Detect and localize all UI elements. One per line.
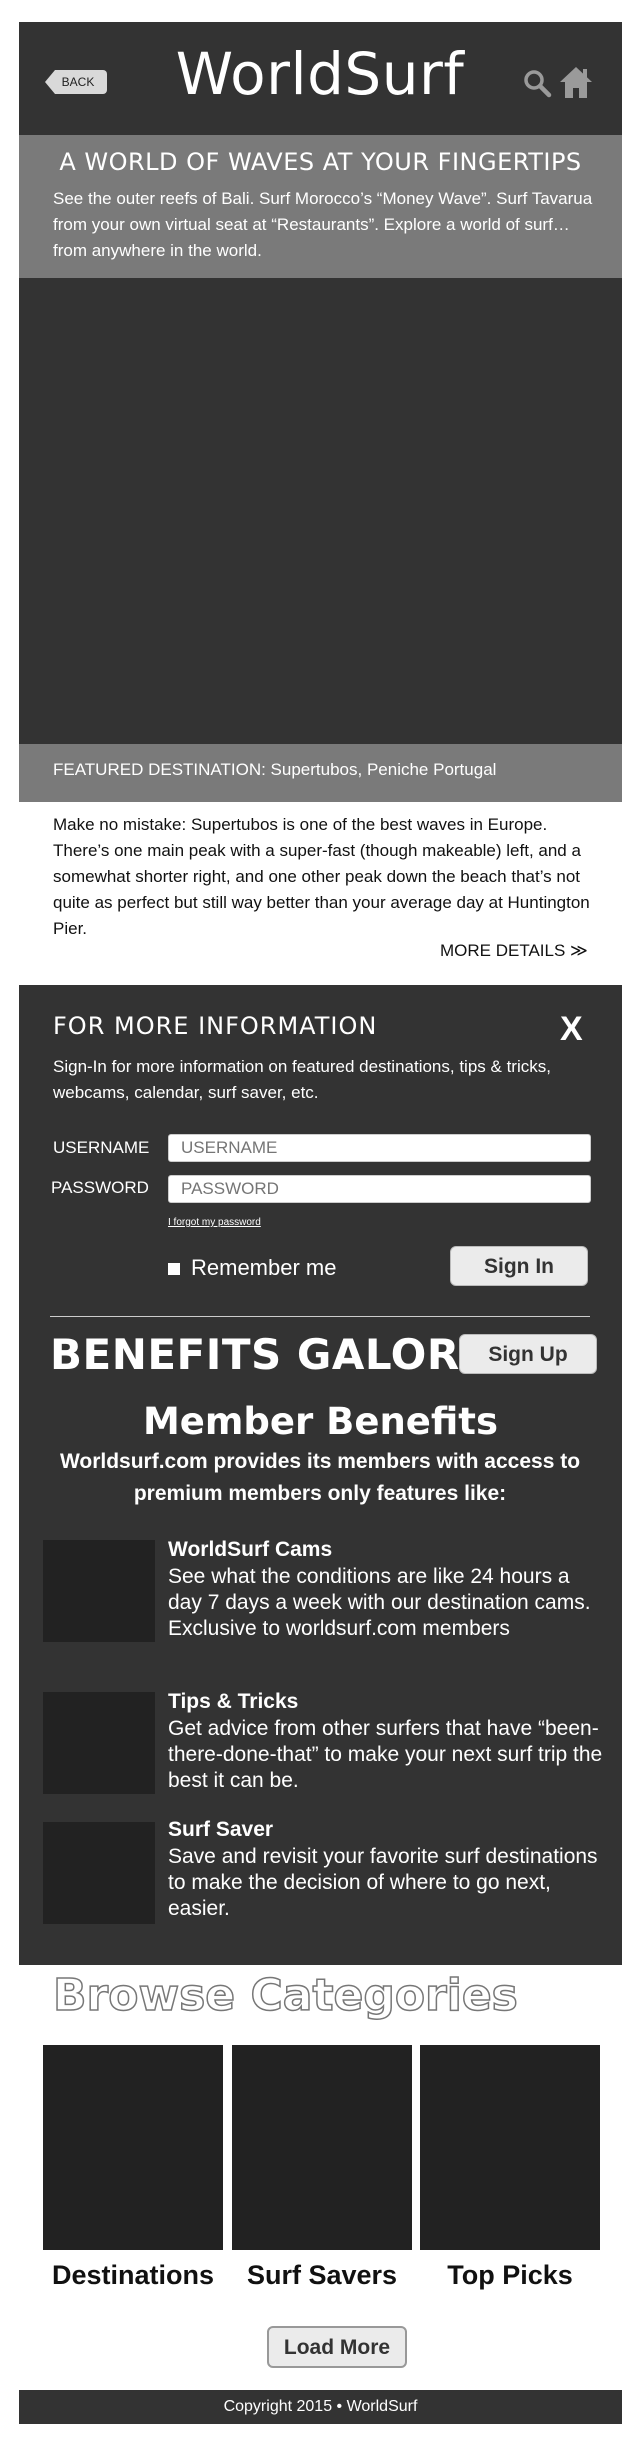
- benefit-title: Surf Saver: [168, 1818, 274, 1841]
- category-tile-top-picks[interactable]: [420, 2045, 600, 2250]
- category-label-surf-savers[interactable]: Surf Savers: [227, 2260, 417, 2291]
- password-input[interactable]: [168, 1175, 591, 1203]
- benefit-thumbnail-saver: [43, 1822, 155, 1924]
- sign-in-button[interactable]: Sign In: [450, 1246, 588, 1286]
- load-more-button[interactable]: Load More: [267, 2326, 407, 2368]
- category-label-top-picks[interactable]: Top Picks: [415, 2260, 605, 2291]
- benefit-thumbnail-tips: [43, 1692, 155, 1794]
- browse-categories-title: Browse Categories: [52, 1969, 518, 2022]
- benefit-description: Get advice from other surfers that have …: [168, 1717, 603, 1792]
- category-tile-destinations[interactable]: [43, 2045, 223, 2250]
- featured-destination-description: Make no mistake: Supertubos is one of th…: [53, 815, 590, 938]
- forgot-password-link[interactable]: I forgot my password: [168, 1217, 261, 1228]
- sign-up-button[interactable]: Sign Up: [459, 1334, 597, 1374]
- category-tile-surf-savers[interactable]: [232, 2045, 412, 2250]
- password-label: PASSWORD: [51, 1178, 149, 1197]
- hero-headline: A WORLD OF WAVES AT YOUR FINGERTIPS: [59, 148, 582, 176]
- member-benefits-intro: Worldsurf.com provides its members with …: [59, 1450, 581, 1505]
- section-divider: [50, 1316, 590, 1317]
- remember-me-checkbox[interactable]: [168, 1263, 180, 1275]
- copyright-text: Copyright 2015 • WorldSurf: [223, 2398, 418, 2415]
- username-label: USERNAME: [53, 1138, 150, 1157]
- benefit-description: Save and revisit your favorite surf dest…: [168, 1845, 598, 1920]
- close-icon[interactable]: X: [560, 1010, 583, 1049]
- home-icon[interactable]: [558, 64, 594, 100]
- info-panel-title: FOR MORE INFORMATION: [53, 1012, 378, 1040]
- info-panel-description: Sign-In for more information on featured…: [53, 1057, 551, 1102]
- back-button[interactable]: BACK: [45, 70, 107, 94]
- benefit-description: See what the conditions are like 24 hour…: [168, 1565, 591, 1640]
- benefit-thumbnail-cams: [43, 1540, 155, 1642]
- hero-media-placeholder: [19, 278, 622, 744]
- more-details-link[interactable]: MORE DETAILS ≫: [440, 941, 588, 961]
- site-title[interactable]: WorldSurf: [140, 40, 500, 108]
- benefit-title: WorldSurf Cams: [168, 1538, 333, 1561]
- search-icon[interactable]: [522, 68, 552, 98]
- benefits-title: BENEFITS GALORE: [50, 1330, 489, 1379]
- category-label-destinations[interactable]: Destinations: [38, 2260, 228, 2291]
- username-input[interactable]: [168, 1134, 591, 1162]
- featured-destination-label: FEATURED DESTINATION: Supertubos, Penich…: [53, 760, 497, 779]
- benefit-title: Tips & Tricks: [168, 1690, 299, 1713]
- remember-me-label[interactable]: Remember me: [191, 1255, 336, 1281]
- hero-description: See the outer reefs of Bali. Surf Morocc…: [53, 189, 593, 260]
- member-benefits-title: Member Benefits: [142, 1400, 499, 1443]
